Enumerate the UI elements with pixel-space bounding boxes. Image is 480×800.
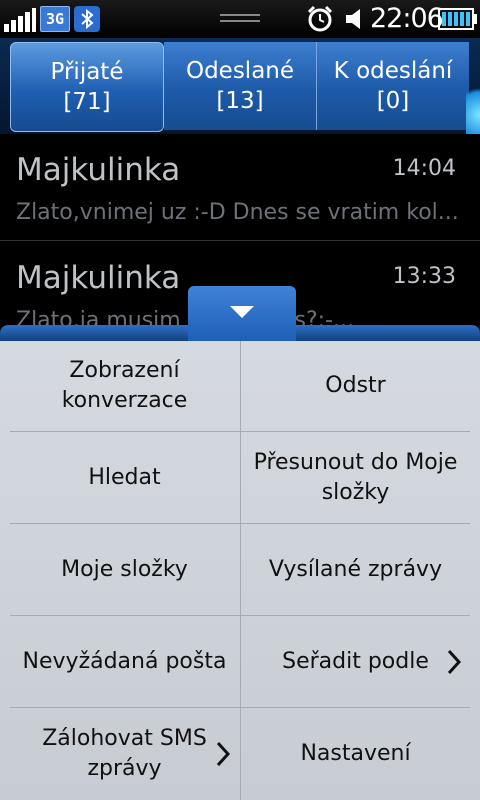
menu-item-conversation-view[interactable]: Zobrazení konverzace xyxy=(10,341,239,431)
tab-count: [13] xyxy=(216,88,264,114)
alarm-icon xyxy=(306,5,334,33)
message-row[interactable]: Majkulinka 14:04 Zlato,vnimej uz :-D Dne… xyxy=(0,134,480,241)
clock: 22:06 xyxy=(370,3,444,34)
message-preview: Zlato,vnimej uz :-D Dnes se vratim kol..… xyxy=(16,200,459,225)
menu-item-broadcast-messages[interactable]: Vysílané zprávy xyxy=(241,525,470,615)
menu-item-settings[interactable]: Nastavení xyxy=(241,709,470,799)
tab-sent[interactable]: Odeslané [13] xyxy=(164,42,316,130)
menu-item-label: Moje složky xyxy=(61,557,188,582)
menu-item-delete[interactable]: Odstr xyxy=(241,341,470,431)
3g-icon: 3G xyxy=(40,6,70,32)
chevron-right-icon xyxy=(216,741,231,767)
menu-item-label: Přesunout do Moje složky xyxy=(253,450,458,505)
tab-label: Přijaté xyxy=(50,59,124,85)
tab-count: [0] xyxy=(376,88,410,114)
menu-item-label: Odstr xyxy=(325,373,386,398)
menu-item-label: Zobrazení konverzace xyxy=(61,358,188,413)
menu-item-my-folders[interactable]: Moje složky xyxy=(10,525,239,615)
menu-item-label: Seřadit podle xyxy=(282,649,429,674)
tab-inbox[interactable]: Přijaté [71] xyxy=(10,42,164,132)
chevron-down-icon xyxy=(230,306,254,318)
menu-item-spam[interactable]: Nevyžádaná pošta xyxy=(10,617,239,707)
menu-item-backup-sms[interactable]: Zálohovat SMS zprávy xyxy=(10,709,239,799)
message-time: 14:04 xyxy=(392,156,456,181)
menu-divider xyxy=(10,707,470,708)
message-sender: Majkulinka xyxy=(16,260,181,296)
battery-icon xyxy=(438,8,478,30)
folder-tabs: Přijaté [71] Odeslané [13] K odeslání [0… xyxy=(0,38,480,150)
menu-item-search[interactable]: Hledat xyxy=(10,433,239,523)
menu-item-label: Zálohovat SMS zprávy xyxy=(42,726,207,781)
menu-item-label: Hledat xyxy=(88,465,161,490)
message-sender: Majkulinka xyxy=(16,152,181,188)
tab-count: [71] xyxy=(63,89,111,115)
signal-icon xyxy=(4,8,36,32)
bluetooth-icon xyxy=(74,6,100,32)
menu-collapse-button[interactable] xyxy=(188,286,296,342)
menu-item-sort-by[interactable]: Seřadit podle xyxy=(241,617,470,707)
tab-outbox[interactable]: K odeslání [0] xyxy=(317,42,469,130)
menu-item-label: Nastavení xyxy=(300,741,411,766)
chevron-right-icon xyxy=(447,649,462,675)
menu-divider xyxy=(10,431,470,432)
menu-item-move-to-folder[interactable]: Přesunout do Moje složky xyxy=(241,433,470,523)
menu-divider xyxy=(10,615,470,616)
tab-label: K odeslání xyxy=(333,58,453,84)
tab-label: Odeslané xyxy=(185,58,295,84)
menu-divider xyxy=(10,523,470,524)
options-menu: Zobrazení konverzace Odstr Hledat Přesun… xyxy=(0,341,480,800)
menu-item-label: Vysílané zprávy xyxy=(268,557,443,582)
drag-handle-icon[interactable] xyxy=(220,14,260,24)
status-bar: 3G 22:06 xyxy=(0,0,480,38)
message-time: 13:33 xyxy=(392,264,456,289)
menu-item-label: Nevyžádaná pošta xyxy=(22,649,227,674)
speaker-icon xyxy=(344,6,368,32)
